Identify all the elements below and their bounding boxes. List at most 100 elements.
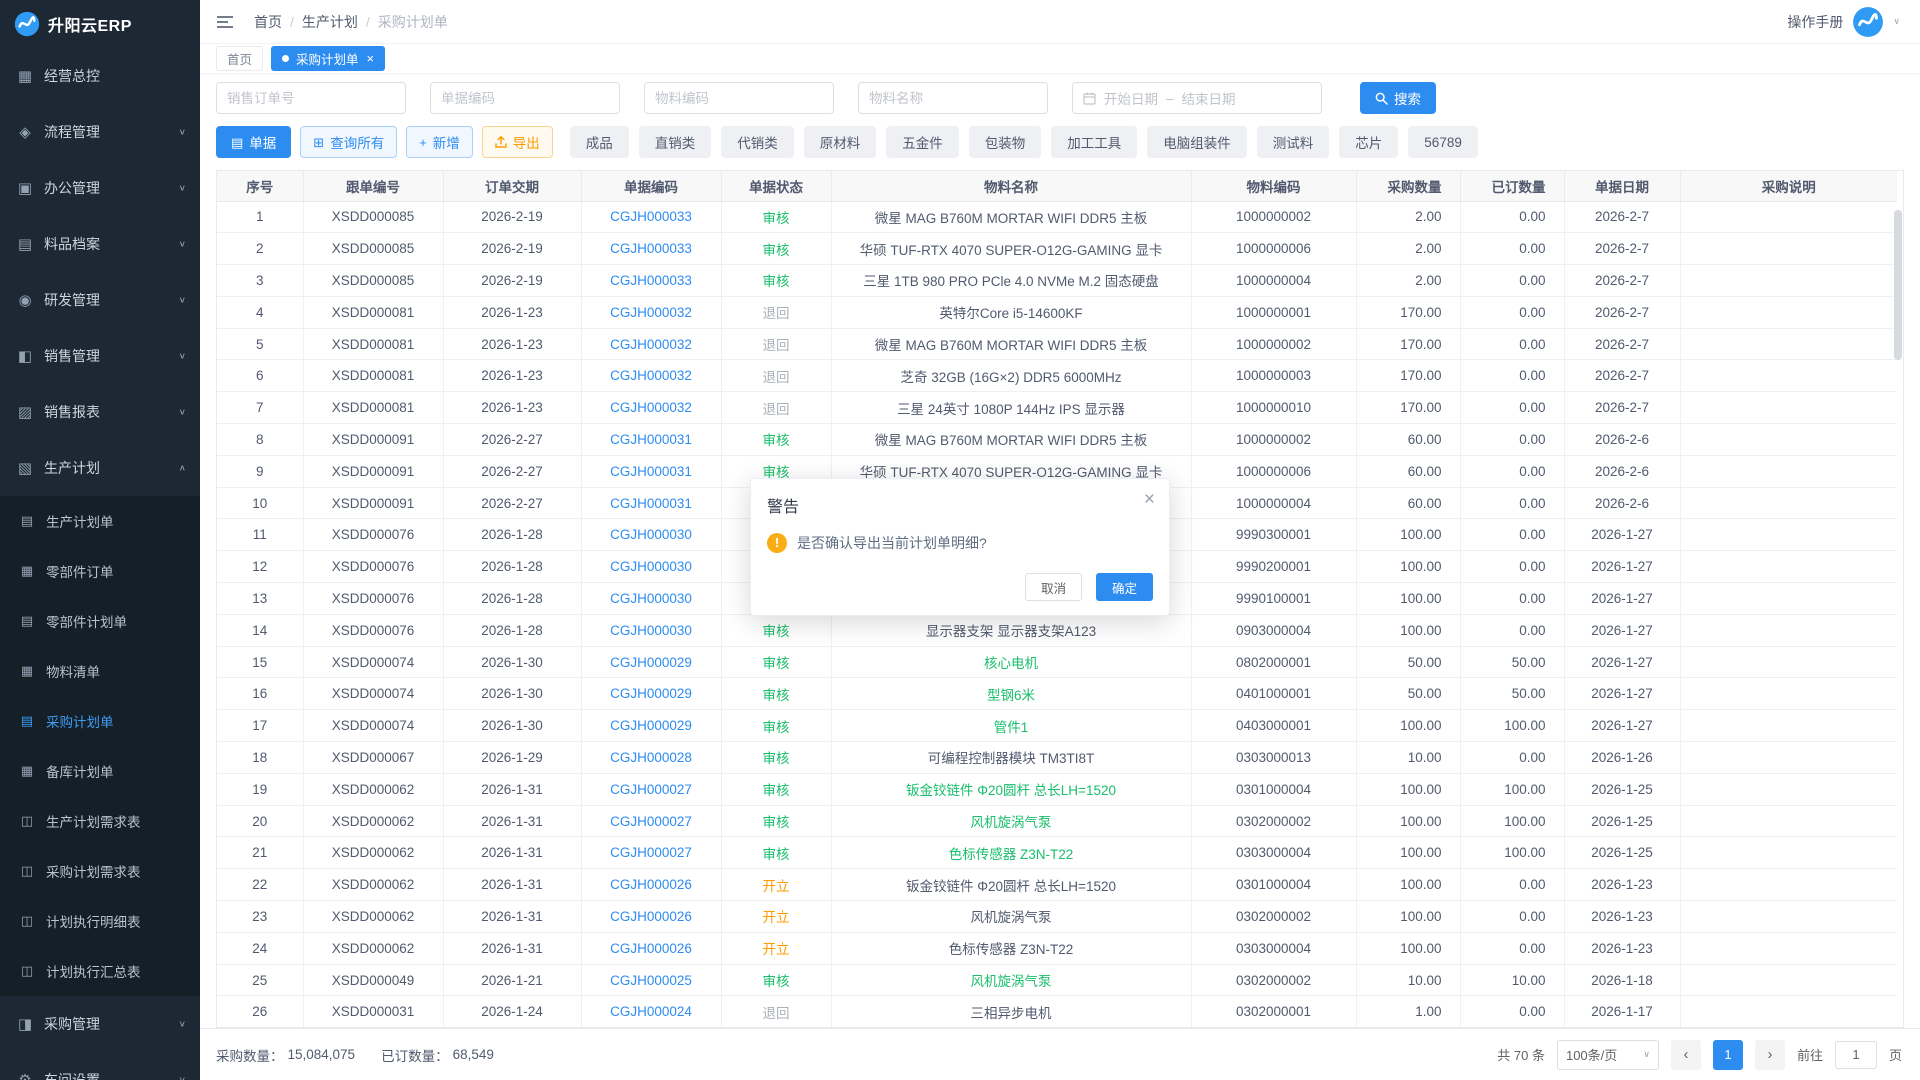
menu-collapse-icon[interactable] [214,11,236,33]
table-row[interactable]: 6XSDD0000812026-1-23CGJH000032退回芝奇 32GB … [217,360,1897,392]
cell-doc-no[interactable]: CGJH000033 [581,201,721,233]
breadcrumb-item[interactable]: 首页 [254,12,282,32]
sidebar-item-parts-order[interactable]: ▦零部件订单 [0,546,200,596]
table-row[interactable]: 22XSDD0000622026-1-31CGJH000026开立钣金铰链件 Φ… [217,869,1897,901]
sidebar-item-production-plan[interactable]: ▧生产计划∧ [0,440,200,496]
cell-doc-no[interactable]: CGJH000032 [581,328,721,360]
category-chip-5[interactable]: 包装物 [969,126,1042,158]
category-chip-6[interactable]: 加工工具 [1051,126,1137,158]
cancel-button[interactable]: 取消 [1025,573,1082,601]
cell-doc-no[interactable]: CGJH000032 [581,392,721,424]
category-chip-1[interactable]: 直销类 [639,126,712,158]
table-row[interactable]: 17XSDD0000742026-1-30CGJH000029审核管件10403… [217,710,1897,742]
category-chip-3[interactable]: 原材料 [804,126,877,158]
cell-doc-no[interactable]: CGJH000032 [581,296,721,328]
tab-item[interactable]: 首页 [216,46,263,71]
cell-doc-no[interactable]: CGJH000028 [581,742,721,774]
page-1-button[interactable]: 1 [1713,1040,1743,1070]
sidebar-item-production-plan-demand[interactable]: ◫生产计划需求表 [0,796,200,846]
table-row[interactable]: 18XSDD0000672026-1-29CGJH000028审核可编程控制器模… [217,742,1897,774]
sidebar-item-parts-plan-order[interactable]: ▤零部件计划单 [0,596,200,646]
table-scrollbar[interactable] [1894,202,1902,1026]
table-row[interactable]: 1XSDD0000852026-2-19CGJH000033审核微星 MAG B… [217,201,1897,233]
cell-doc-no[interactable]: CGJH000029 [581,710,721,742]
cell-doc-no[interactable]: CGJH000031 [581,424,721,456]
manual-link[interactable]: 操作手册 [1787,12,1843,32]
category-chip-4[interactable]: 五金件 [886,126,959,158]
table-row[interactable]: 7XSDD0000812026-1-23CGJH000032退回三星 24英寸 … [217,392,1897,424]
table-row[interactable]: 16XSDD0000742026-1-30CGJH000029审核型钢6米040… [217,678,1897,710]
add-button[interactable]: + 新增 [406,126,473,158]
breadcrumb-item[interactable]: 生产计划 [302,12,358,32]
cell-doc-no[interactable]: CGJH000029 [581,646,721,678]
table-row[interactable]: 24XSDD0000622026-1-31CGJH000026开立色标传感器 Z… [217,932,1897,964]
cell-doc-no[interactable]: CGJH000033 [581,265,721,297]
material-name-input[interactable] [858,82,1048,114]
prev-page-button[interactable]: ‹ [1671,1040,1701,1070]
category-chip-8[interactable]: 测试料 [1257,126,1330,158]
table-row[interactable]: 5XSDD0000812026-1-23CGJH000032退回微星 MAG B… [217,328,1897,360]
sidebar-item-plan-exec-detail[interactable]: ◫计划执行明细表 [0,896,200,946]
sidebar-item-sales-management[interactable]: ◧销售管理∨ [0,328,200,384]
category-chip-7[interactable]: 电脑组装件 [1147,126,1247,158]
cell-doc-no[interactable]: CGJH000033 [581,233,721,265]
doc-code-input[interactable] [430,82,620,114]
document-button[interactable]: ▤ 单据 [216,126,291,158]
cell-doc-no[interactable]: CGJH000031 [581,455,721,487]
cell-doc-no[interactable]: CGJH000025 [581,964,721,996]
cell-doc-no[interactable]: CGJH000024 [581,996,721,1028]
table-row[interactable]: 25XSDD0000492026-1-21CGJH000025审核风机旋涡气泵0… [217,964,1897,996]
cell-doc-no[interactable]: CGJH000026 [581,901,721,933]
table-scrollbar-thumb[interactable] [1894,210,1902,360]
sidebar-item-purchase-plan-order[interactable]: ▤采购计划单 [0,696,200,746]
page-size-select[interactable]: 100条/页 ∨ [1557,1040,1659,1070]
sidebar-item-workshop-settings[interactable]: ⚙车间设置∨ [0,1052,200,1080]
cell-doc-no[interactable]: CGJH000027 [581,773,721,805]
category-chip-0[interactable]: 成品 [570,126,629,158]
table-row[interactable]: 4XSDD0000812026-1-23CGJH000032退回英特尔Core … [217,296,1897,328]
cell-doc-no[interactable]: CGJH000029 [581,678,721,710]
avatar[interactable] [1853,7,1883,37]
table-row[interactable]: 20XSDD0000622026-1-31CGJH000027审核风机旋涡气泵0… [217,805,1897,837]
sidebar-item-stock-plan-order[interactable]: ▦备库计划单 [0,746,200,796]
sidebar-item-purchase-plan-demand[interactable]: ◫采购计划需求表 [0,846,200,896]
table-row[interactable]: 21XSDD0000622026-1-31CGJH000027审核色标传感器 Z… [217,837,1897,869]
date-range-picker[interactable]: 开始日期 – 结束日期 [1072,82,1322,114]
table-row[interactable]: 19XSDD0000622026-1-31CGJH000027审核钣金铰链件 Φ… [217,773,1897,805]
sidebar-item-process-management[interactable]: ◈流程管理∨ [0,104,200,160]
tab-active[interactable]: 采购计划单× [271,46,385,71]
sidebar-item-material-archive[interactable]: ▤料品档案∨ [0,216,200,272]
cell-doc-no[interactable]: CGJH000030 [581,519,721,551]
chevron-down-icon[interactable]: ∨ [1893,16,1900,27]
close-tab-icon[interactable]: × [367,52,375,65]
table-row[interactable]: 3XSDD0000852026-2-19CGJH000033审核三星 1TB 9… [217,265,1897,297]
sales-order-input[interactable] [216,82,406,114]
cell-doc-no[interactable]: CGJH000026 [581,932,721,964]
sidebar-item-rd-management[interactable]: ◉研发管理∨ [0,272,200,328]
sidebar-item-production-plan-order[interactable]: ▤生产计划单 [0,496,200,546]
sidebar-item-office-management[interactable]: ▣办公管理∨ [0,160,200,216]
cell-doc-no[interactable]: CGJH000031 [581,487,721,519]
table-row[interactable]: 2XSDD0000852026-2-19CGJH000033审核华硕 TUF-R… [217,233,1897,265]
sidebar-item-plan-exec-summary[interactable]: ◫计划执行汇总表 [0,946,200,996]
cell-doc-no[interactable]: CGJH000030 [581,583,721,615]
sidebar-item-bom-list[interactable]: ▦物料清单 [0,646,200,696]
cell-doc-no[interactable]: CGJH000026 [581,869,721,901]
cell-doc-no[interactable]: CGJH000030 [581,614,721,646]
category-chip-10[interactable]: 56789 [1408,126,1478,158]
search-button[interactable]: 搜索 [1360,82,1436,114]
goto-page-input[interactable] [1835,1041,1877,1069]
sidebar-item-purchase-management[interactable]: ◨采购管理∨ [0,996,200,1052]
sidebar-item-dashboard[interactable]: ▦经营总控 [0,48,200,104]
close-icon[interactable]: × [1144,490,1155,509]
cell-doc-no[interactable]: CGJH000030 [581,551,721,583]
query-all-button[interactable]: ⊞ 查询所有 [300,126,397,158]
table-row[interactable]: 26XSDD0000312026-1-24CGJH000024退回三相异步电机0… [217,996,1897,1028]
cell-doc-no[interactable]: CGJH000027 [581,805,721,837]
table-row[interactable]: 14XSDD0000762026-1-28CGJH000030审核显示器支架 显… [217,614,1897,646]
cell-doc-no[interactable]: CGJH000032 [581,360,721,392]
table-row[interactable]: 8XSDD0000912026-2-27CGJH000031审核微星 MAG B… [217,424,1897,456]
next-page-button[interactable]: › [1755,1040,1785,1070]
sidebar-item-sales-report[interactable]: ▨销售报表∨ [0,384,200,440]
category-chip-9[interactable]: 芯片 [1339,126,1398,158]
